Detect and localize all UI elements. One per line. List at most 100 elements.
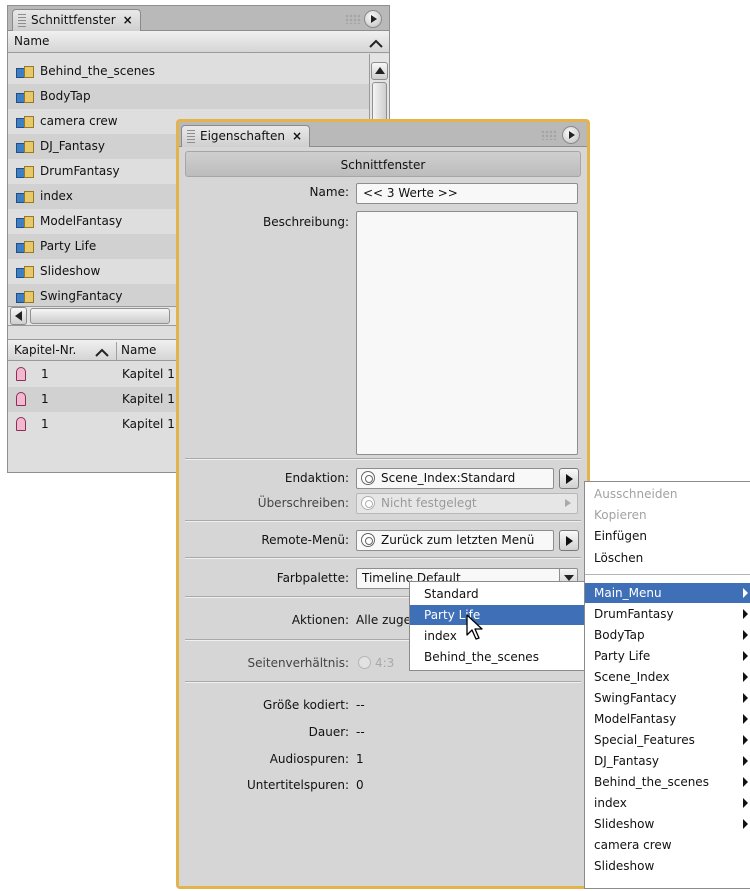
menu-item-cut[interactable]: Ausschneiden bbox=[585, 484, 750, 504]
pick-whip-icon[interactable] bbox=[361, 471, 375, 485]
remote-menu-dropdown[interactable]: Zurück zum letzten Menü bbox=[356, 530, 554, 551]
timeline-icon bbox=[16, 91, 34, 103]
timeline-icon bbox=[16, 141, 34, 153]
submenu-item[interactable]: Party Life bbox=[410, 605, 584, 625]
tab-eigenschaften[interactable]: Eigenschaften × bbox=[181, 125, 311, 147]
list-item-label: BodyTap bbox=[40, 89, 91, 103]
panel-menu-button[interactable] bbox=[364, 10, 382, 28]
chapter-marker-icon bbox=[16, 417, 26, 431]
list-item[interactable]: Behind_the_scenes bbox=[8, 59, 369, 84]
menu-item-label: Main_Menu bbox=[594, 586, 662, 600]
menu-item-label: camera crew bbox=[594, 838, 672, 852]
menu-item[interactable]: ModelFantasy bbox=[585, 709, 750, 729]
pick-whip-icon[interactable] bbox=[361, 533, 375, 547]
menu-item[interactable]: BodyTap bbox=[585, 625, 750, 645]
menu-item[interactable]: DrumFantasy bbox=[585, 604, 750, 624]
list-item-label: camera crew bbox=[40, 114, 118, 128]
tab-label: Schnittfenster bbox=[31, 13, 116, 27]
timeline-icon bbox=[16, 116, 34, 128]
column-header-label: Name bbox=[14, 34, 50, 48]
submenu-arrow-icon bbox=[743, 693, 748, 703]
menu-item[interactable]: SwingFantacy bbox=[585, 688, 750, 708]
override-dropdown[interactable]: Nicht festgelegt bbox=[356, 493, 578, 514]
duration-value: -- bbox=[356, 725, 365, 739]
column-header-chapter-name[interactable]: Name bbox=[121, 340, 156, 361]
menu-item-label: DrumFantasy bbox=[594, 607, 674, 621]
submenu-arrow-icon bbox=[743, 651, 748, 661]
encoded-size-value: -- bbox=[356, 698, 365, 712]
tab-schnittfenster[interactable]: Schnittfenster × bbox=[12, 9, 141, 31]
close-icon[interactable]: × bbox=[123, 10, 133, 30]
properties-panel-body: Eigenschaften × Schnittfenster Name: << … bbox=[179, 122, 587, 886]
name-label: Name: bbox=[309, 185, 349, 199]
scroll-left-button[interactable] bbox=[10, 307, 27, 325]
submenu-item[interactable]: Standard bbox=[410, 584, 584, 604]
properties-panel: Eigenschaften × Schnittfenster Name: << … bbox=[176, 119, 590, 889]
menu-item[interactable]: Party Life bbox=[585, 646, 750, 666]
submenu-arrow-icon bbox=[743, 798, 748, 808]
end-action-value: Scene_Index:Standard bbox=[381, 471, 516, 485]
scroll-thumb[interactable] bbox=[372, 82, 387, 122]
menu-item[interactable]: Special_Features bbox=[585, 730, 750, 750]
menu-item-label: Scene_Index bbox=[594, 670, 670, 684]
chapter-marker-icon bbox=[16, 367, 26, 381]
chapter-name: Kapitel 1 bbox=[122, 417, 175, 431]
drag-dots-icon bbox=[345, 14, 361, 24]
close-icon[interactable]: × bbox=[292, 126, 302, 146]
encoded-size-label: Größe kodiert: bbox=[263, 698, 349, 712]
subtitle-tracks-value: 0 bbox=[356, 778, 364, 792]
divider bbox=[185, 520, 581, 522]
timeline-icon bbox=[16, 266, 34, 278]
menu-item-label: Party Life bbox=[594, 649, 651, 663]
scroll-up-button[interactable] bbox=[371, 62, 388, 80]
menu-item-label: DJ_Fantasy bbox=[594, 754, 659, 768]
submenu-arrow-icon bbox=[743, 819, 748, 829]
menu-item-delete[interactable]: Löschen bbox=[585, 548, 750, 568]
submenu-item[interactable]: Behind_the_scenes bbox=[410, 647, 584, 667]
end-action-dropdown[interactable]: Scene_Index:Standard bbox=[356, 468, 554, 489]
aspect-ratio-value: 4:3 bbox=[375, 656, 395, 670]
list-item[interactable]: BodyTap bbox=[8, 84, 369, 109]
menu-item-copy[interactable]: Kopieren bbox=[585, 505, 750, 525]
panel-menu-button[interactable] bbox=[562, 126, 580, 144]
menu-item[interactable]: Main_Menu bbox=[585, 583, 750, 603]
menu-item[interactable]: Slideshow bbox=[585, 814, 750, 834]
list-item-label: Behind_the_scenes bbox=[40, 64, 155, 78]
menu-item[interactable]: Slideshow bbox=[585, 856, 750, 876]
menu-item[interactable]: Scene_Index bbox=[585, 667, 750, 687]
audio-tracks-label: Audiospuren: bbox=[269, 752, 349, 766]
remote-menu-label: Remote-Menü: bbox=[261, 533, 349, 547]
submenu-arrow-icon bbox=[743, 630, 748, 640]
menu-item[interactable]: Behind_the_scenes bbox=[585, 772, 750, 792]
remote-menu-play-button[interactable] bbox=[559, 530, 579, 551]
aspect-radio[interactable] bbox=[358, 656, 371, 669]
subtitle-tracks-label: Untertitelspuren: bbox=[246, 778, 349, 792]
chapter-name: Kapitel 1 bbox=[122, 392, 175, 406]
submenu-item[interactable]: index bbox=[410, 626, 584, 646]
list-item-label: DrumFantasy bbox=[40, 164, 120, 178]
chapter-number: 1 bbox=[41, 367, 49, 381]
submenu-arrow-icon bbox=[743, 735, 748, 745]
end-action-play-button[interactable] bbox=[559, 468, 579, 489]
mouse-pointer-icon bbox=[466, 614, 483, 640]
chapter-number: 1 bbox=[41, 392, 49, 406]
list-item-label: index bbox=[40, 189, 73, 203]
column-header-chapter-number[interactable]: Kapitel-Nr. bbox=[14, 340, 76, 361]
menu-item-paste[interactable]: Einfügen bbox=[585, 526, 750, 546]
context-menu: Ausschneiden Kopieren Einfügen Löschen M… bbox=[584, 481, 750, 889]
divider bbox=[185, 681, 581, 683]
menu-item[interactable]: DJ_Fantasy bbox=[585, 751, 750, 771]
timeline-icon bbox=[16, 166, 34, 178]
audio-tracks-value: 1 bbox=[356, 752, 364, 766]
name-field[interactable]: << 3 Werte >> bbox=[356, 183, 578, 204]
horizontal-scroll-thumb[interactable] bbox=[30, 308, 170, 324]
menu-item[interactable]: index bbox=[585, 793, 750, 813]
tab-label: Eigenschaften bbox=[200, 129, 286, 143]
end-action-label: Endaktion: bbox=[284, 471, 349, 485]
list-item-label: Slideshow bbox=[40, 264, 101, 278]
column-header-name[interactable]: Name bbox=[8, 31, 389, 53]
menu-item[interactable]: camera crew bbox=[585, 835, 750, 855]
submenu-arrow-icon bbox=[743, 777, 748, 787]
description-textarea[interactable] bbox=[356, 211, 578, 455]
submenu-arrow-icon bbox=[743, 609, 748, 619]
